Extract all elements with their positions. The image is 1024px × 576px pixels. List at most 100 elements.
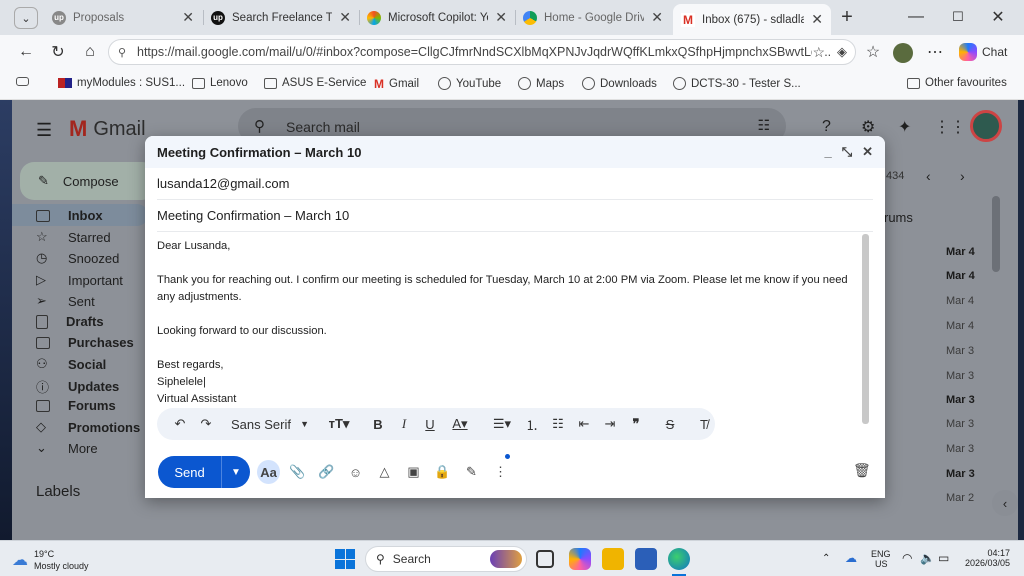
- confidential-mode-icon[interactable]: 🔒: [431, 460, 454, 484]
- profile-avatar[interactable]: [893, 43, 913, 63]
- bulleted-list-icon[interactable]: ☷: [545, 412, 571, 436]
- compose-header[interactable]: Meeting Confirmation – March 10 _ ⤡ ✕: [145, 136, 885, 168]
- tab-search-freelance[interactable]: up Search Freelance Talent ✕: [203, 4, 359, 31]
- account-avatar[interactable]: [970, 110, 1002, 142]
- apps-grid-icon[interactable]: ⋮⋮: [934, 117, 966, 137]
- undo-icon[interactable]: ↶: [167, 412, 193, 436]
- sidebar-item-updates[interactable]: ⓘ Updates: [36, 377, 119, 396]
- taskbar-search[interactable]: ⚲ Search: [365, 546, 527, 572]
- chevron-up-icon[interactable]: ⌃: [822, 553, 830, 564]
- copilot-taskbar-icon[interactable]: [569, 548, 591, 570]
- new-tab-button[interactable]: +: [837, 6, 857, 28]
- sidebar-item-promotions[interactable]: ◇ Promotions: [36, 419, 140, 435]
- clock[interactable]: 04:17 2026/03/05: [963, 548, 1010, 568]
- main-menu-icon[interactable]: ☰: [36, 120, 52, 141]
- store-icon[interactable]: [635, 548, 657, 570]
- file-explorer-icon[interactable]: [602, 548, 624, 570]
- exit-fullscreen-icon[interactable]: ⤡: [842, 144, 852, 160]
- extension-icon[interactable]: ◈: [837, 44, 847, 60]
- search-icon[interactable]: ⚲: [254, 117, 265, 135]
- remove-formatting-icon[interactable]: T̸: [691, 412, 717, 436]
- formatting-options-icon[interactable]: Aa: [257, 460, 280, 484]
- cloud-sync-icon[interactable]: ☁: [845, 551, 857, 565]
- list-scrollbar[interactable]: [992, 196, 1000, 272]
- drive-icon[interactable]: △: [373, 460, 396, 484]
- prev-page-icon[interactable]: ‹: [926, 168, 931, 184]
- sidebar-item-starred[interactable]: ☆ Starred: [36, 229, 111, 245]
- next-page-icon[interactable]: ›: [960, 168, 965, 184]
- tab-actions-button[interactable]: ⌄: [14, 7, 38, 29]
- close-icon[interactable]: ✕: [651, 9, 663, 26]
- align-icon[interactable]: ☰▾: [485, 412, 519, 436]
- font-select[interactable]: Sans Serif ▼: [227, 412, 313, 436]
- sidebar-item-inbox[interactable]: Inbox: [36, 208, 103, 223]
- forums-tab-label[interactable]: rums: [884, 210, 913, 225]
- photo-icon[interactable]: ▣: [402, 460, 425, 484]
- back-button[interactable]: ←: [16, 42, 36, 62]
- indent-less-icon[interactable]: ⇤: [571, 412, 597, 436]
- weather-widget[interactable]: ☁ 19°C Mostly cloudy: [12, 548, 89, 572]
- close-icon[interactable]: ✕: [862, 144, 873, 160]
- close-icon[interactable]: ✕: [339, 9, 351, 26]
- subject-field[interactable]: Meeting Confirmation – March 10: [157, 200, 873, 232]
- language-indicator[interactable]: ENG US: [871, 549, 891, 569]
- filter-icon[interactable]: ☷: [757, 117, 770, 134]
- tab-copilot[interactable]: Microsoft Copilot: Your ✕: [359, 4, 515, 31]
- home-button[interactable]: ⌂: [80, 42, 100, 62]
- compose-button[interactable]: ✎ Compose: [20, 162, 156, 200]
- redo-icon[interactable]: ↷: [193, 412, 219, 436]
- send-button[interactable]: Send: [158, 456, 221, 488]
- tab-proposals[interactable]: up Proposals ✕: [44, 4, 202, 31]
- favorite-star-icon[interactable]: ☆: [812, 44, 825, 61]
- bookmark-mymodules[interactable]: myModules : SUS1...: [58, 77, 185, 89]
- bookmark-downloads[interactable]: Downloads: [582, 77, 657, 90]
- gmail-logo[interactable]: M Gmail: [69, 116, 146, 142]
- battery-icon[interactable]: ▭: [938, 551, 949, 565]
- bookmark-maps[interactable]: Maps: [518, 77, 564, 90]
- italic-icon[interactable]: I: [391, 412, 417, 436]
- indent-more-icon[interactable]: ⇥: [597, 412, 623, 436]
- quote-icon[interactable]: ❞: [623, 412, 649, 436]
- copilot-chat-button[interactable]: Chat: [955, 40, 1011, 64]
- sidebar-item-forums[interactable]: Forums: [36, 398, 116, 413]
- sidebar-item-important[interactable]: ▷ Important: [36, 272, 123, 288]
- gemini-icon[interactable]: ✦: [898, 117, 911, 137]
- emoji-icon[interactable]: ☺: [344, 460, 367, 484]
- edge-browser-icon[interactable]: [668, 548, 690, 570]
- sidebar-item-snoozed[interactable]: ◷ Snoozed: [36, 250, 119, 266]
- underline-icon[interactable]: U: [417, 412, 443, 436]
- sidebar-item-more[interactable]: ⌄ More: [36, 440, 98, 456]
- close-icon[interactable]: ✕: [811, 11, 823, 28]
- url-field[interactable]: ⚲ https://mail.google.com/mail/u/0/#inbo…: [108, 39, 856, 65]
- sidebar-item-social[interactable]: ⚇ Social: [36, 356, 106, 372]
- text-color-icon[interactable]: A▾: [443, 412, 477, 436]
- close-icon[interactable]: ✕: [495, 9, 507, 26]
- sidebar-item-purchases[interactable]: Purchases: [36, 335, 134, 350]
- minimize-button[interactable]: —: [906, 7, 926, 27]
- sidebar-item-drafts[interactable]: Drafts: [36, 314, 104, 329]
- favorites-icon[interactable]: ☆: [863, 42, 883, 62]
- help-icon[interactable]: ?: [822, 118, 831, 136]
- discard-draft-icon[interactable]: 🗑: [853, 462, 871, 479]
- more-menu-icon[interactable]: ⋯: [925, 42, 945, 62]
- reload-button[interactable]: ↻: [48, 42, 68, 62]
- link-icon[interactable]: 🔗: [315, 460, 338, 484]
- strikethrough-icon[interactable]: S: [657, 412, 683, 436]
- to-field[interactable]: lusanda12@gmail.com: [157, 168, 873, 200]
- bookmark-lenovo[interactable]: Lenovo: [192, 77, 248, 89]
- bold-icon[interactable]: B: [365, 412, 391, 436]
- body-scrollbar[interactable]: [862, 234, 869, 424]
- attach-icon[interactable]: 📎: [286, 460, 309, 484]
- task-view-icon[interactable]: [536, 550, 554, 568]
- bookmark-dcts[interactable]: DCTS-30 - Tester S...: [673, 77, 801, 90]
- bookmark-gmail[interactable]: M Gmail: [374, 77, 419, 91]
- volume-icon[interactable]: 🔈: [920, 551, 935, 565]
- sidebar-item-sent[interactable]: ➢ Sent: [36, 293, 95, 309]
- start-button[interactable]: [335, 549, 355, 569]
- side-panel-toggle[interactable]: ‹: [992, 490, 1018, 516]
- close-icon[interactable]: ✕: [182, 9, 194, 26]
- message-body[interactable]: Dear Lusanda, Thank you for reaching out…: [157, 238, 861, 410]
- reading-list-icon[interactable]: [16, 77, 29, 86]
- bookmark-other-favourites[interactable]: Other favourites: [907, 77, 1007, 89]
- wifi-icon[interactable]: ◠: [902, 551, 912, 565]
